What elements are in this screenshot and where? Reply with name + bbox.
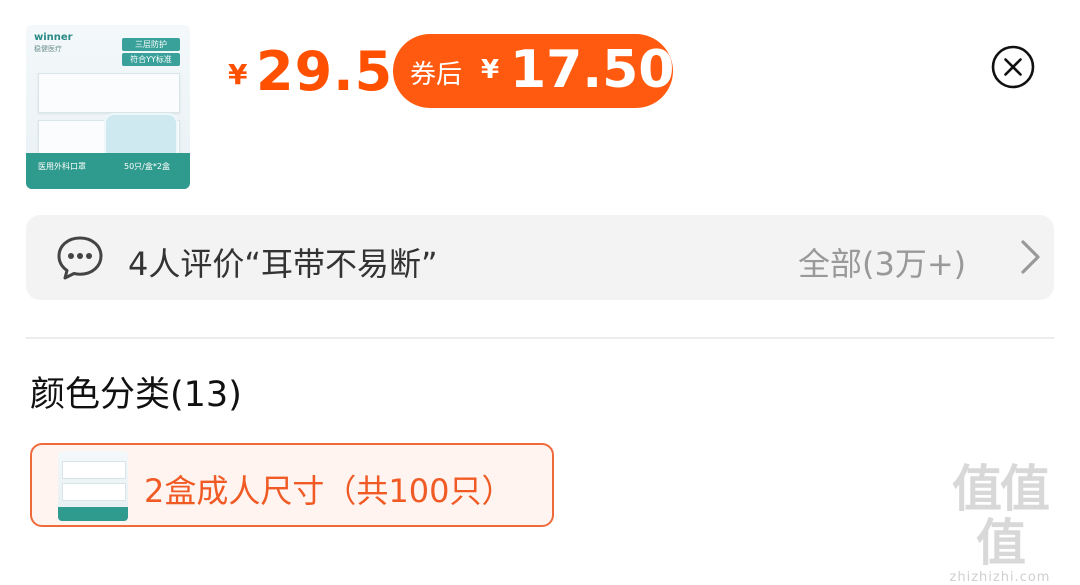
watermark-text: zhizhizhi.com <box>949 570 1051 585</box>
thumb-bottom-band: 医用外科口罩 50只/盒*2盒 <box>26 153 190 189</box>
circle-x-icon <box>991 45 1035 89</box>
opt-thumb-box-bottom <box>62 483 126 501</box>
watermark-logo: 值值值 <box>952 460 1050 572</box>
variant-option-thumbnail <box>58 451 128 521</box>
review-highlight-text: 4人评价“耳带不易断” <box>128 245 438 283</box>
thumb-tag-protection: 三层防护 <box>122 38 180 51</box>
opt-thumb-band <box>58 507 128 521</box>
coupon-label: 券后 <box>410 60 463 90</box>
thumb-bottom-left: 医用外科口罩 <box>38 162 86 171</box>
variant-section-title: 颜色分类(13) <box>30 375 242 415</box>
chevron-right-icon <box>1021 240 1040 274</box>
close-button[interactable] <box>991 45 1035 89</box>
coupon-price-value: 17.50 <box>510 40 675 100</box>
section-divider <box>26 337 1054 339</box>
review-all-link[interactable]: 全部(3万+) <box>798 239 966 285</box>
coupon-price-pill: 券后 ¥ 17.50 <box>393 34 675 108</box>
thumb-tag-standard: 符合YY标准 <box>122 53 180 66</box>
price-currency: ¥ <box>228 58 248 91</box>
coupon-currency: ¥ <box>481 55 500 85</box>
review-summary-bar[interactable]: 4人评价“耳带不易断” 全部(3万+) <box>26 215 1054 300</box>
opt-thumb-box-top <box>62 461 126 479</box>
variant-option-label: 2盒成人尺寸（共100只） <box>144 472 514 510</box>
watermark: 值值值 zhizhizhi.com <box>930 462 1070 585</box>
thumb-brand: winner <box>34 32 73 43</box>
thumb-box-top <box>38 73 180 113</box>
variant-option-selected[interactable]: 2盒成人尺寸（共100只） <box>30 443 554 527</box>
chat-bubble-icon <box>57 236 103 280</box>
thumb-brand-sub: 稳健医疗 <box>34 45 62 53</box>
product-thumbnail[interactable]: winner 稳健医疗 三层防护 符合YY标准 医用外科口罩 50只/盒*2盒 <box>26 25 190 189</box>
price-value: 29.5 <box>256 40 394 103</box>
thumb-bottom-right: 50只/盒*2盒 <box>124 162 170 171</box>
